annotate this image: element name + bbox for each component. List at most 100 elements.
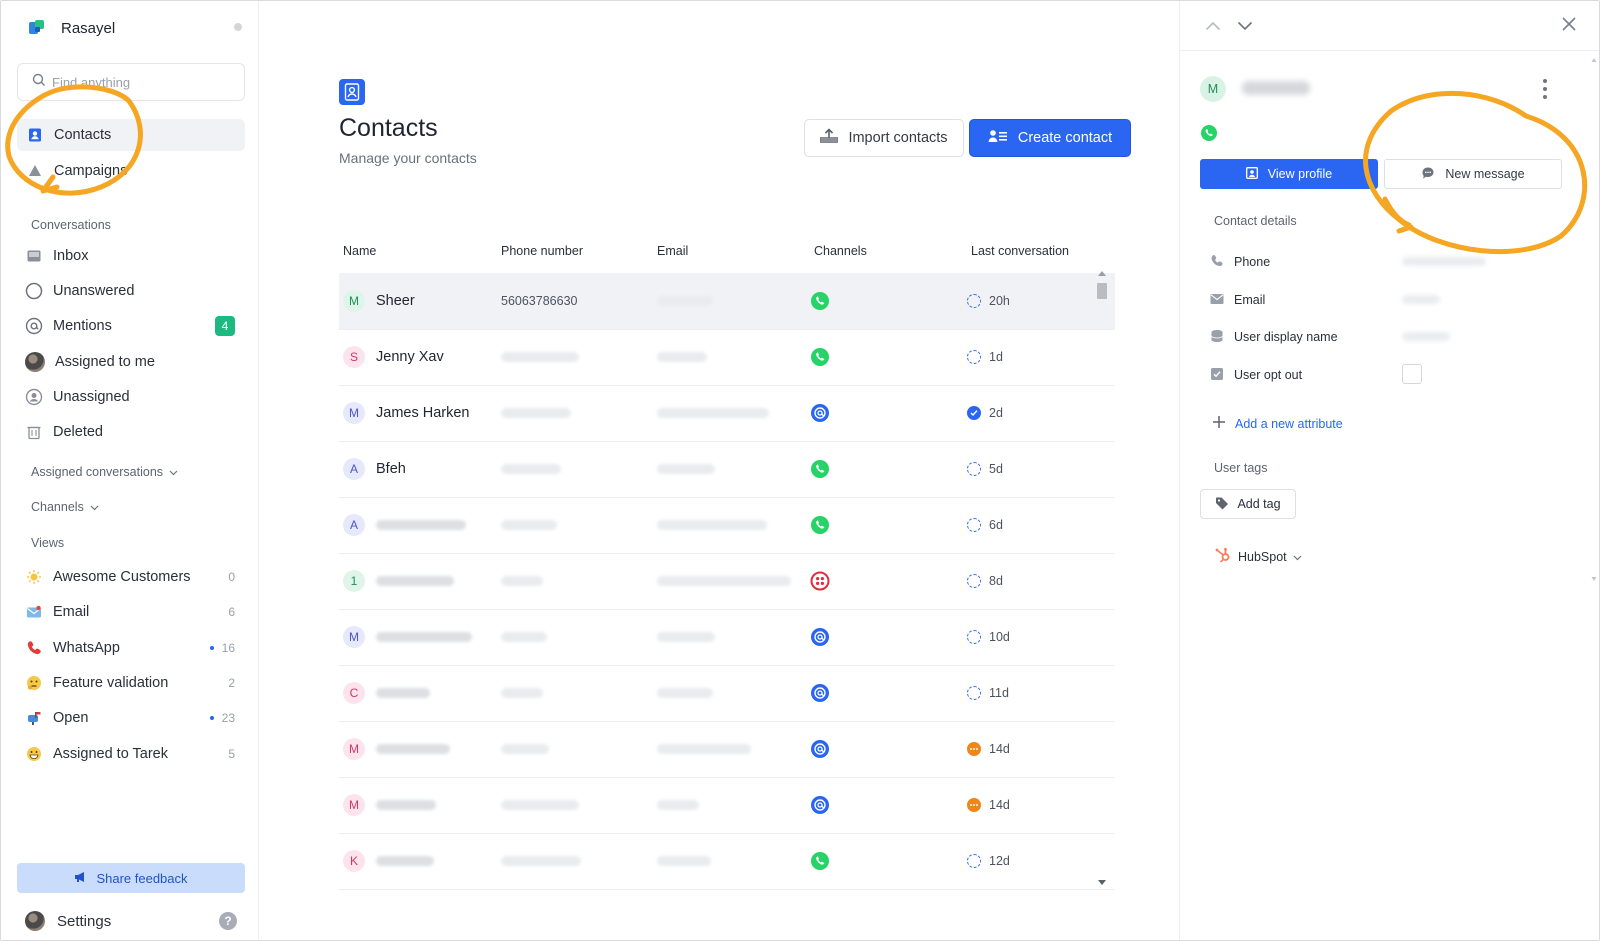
status-open-icon [967, 350, 981, 364]
conversations-heading-label: Conversations [31, 218, 111, 232]
cell-name: M Sheer [343, 273, 415, 329]
cell-name: C [343, 665, 430, 721]
sidebar-item-inbox[interactable]: Inbox [17, 241, 245, 271]
hubspot-section-toggle[interactable]: HubSpot [1214, 546, 1302, 567]
channels-toggle[interactable]: Channels [31, 500, 99, 514]
sidebar-item-deleted[interactable]: Deleted [17, 417, 245, 447]
view-assigned-to-tarek[interactable]: Assigned to Tarek 5 [17, 739, 245, 769]
redacted-name [376, 688, 430, 698]
table-row[interactable]: M Sheer 56063786630 20h [339, 273, 1115, 330]
table-row[interactable]: A 6d [339, 497, 1115, 554]
sidebar-item-mentions[interactable]: Mentions 4 [17, 311, 245, 341]
redacted-phone [501, 464, 561, 474]
whatsapp-icon [810, 851, 830, 871]
rasayel-logo-icon [27, 18, 47, 38]
view-count: 6 [228, 605, 235, 619]
view-count: 23 [209, 711, 235, 725]
sidebar-item-unanswered[interactable]: Unanswered [17, 276, 245, 306]
create-contact-button[interactable]: Create contact [969, 119, 1131, 157]
email-icon [810, 739, 830, 759]
add-attribute-link[interactable]: Add a new attribute [1212, 415, 1343, 432]
nav-contacts[interactable]: Contacts [17, 119, 245, 151]
search-box[interactable] [17, 63, 245, 101]
cell-last-conversation: 10d [967, 609, 1010, 665]
scroll-thumb[interactable] [1097, 283, 1107, 299]
table-row[interactable]: M 10d [339, 609, 1115, 666]
column-header-email[interactable]: Email [657, 244, 688, 258]
cell-email [657, 665, 713, 721]
brand[interactable]: Rasayel [27, 18, 115, 38]
column-header-channels[interactable]: Channels [814, 244, 867, 258]
opt-out-checkbox[interactable] [1402, 364, 1422, 384]
import-contacts-button[interactable]: Import contacts [804, 119, 964, 157]
view-awesome-customers[interactable]: Awesome Customers 0 [17, 562, 245, 592]
table-scrollbar[interactable] [1094, 269, 1108, 891]
assigned-conversations-toggle[interactable]: Assigned conversations [31, 465, 178, 479]
add-tag-button[interactable]: Add tag [1200, 489, 1296, 519]
table-row[interactable]: K 12d [339, 833, 1115, 890]
settings-item[interactable]: Settings ? [25, 908, 245, 934]
attribute-phone[interactable]: Phone [1210, 251, 1570, 273]
redacted-phone [501, 576, 543, 586]
add-tag-label: Add tag [1237, 497, 1281, 511]
panel-scrollbar[interactable] [1591, 57, 1597, 582]
column-header-phone[interactable]: Phone number [501, 244, 583, 258]
share-feedback-button[interactable]: Share feedback [17, 863, 245, 893]
scroll-down-icon[interactable] [1098, 880, 1106, 885]
view-email[interactable]: Email 6 [17, 597, 245, 627]
view-open[interactable]: Open 23 [17, 703, 245, 733]
sidebar-item-assigned-to-me[interactable]: Assigned to me [17, 347, 245, 377]
chevron-down-icon[interactable] [1236, 17, 1254, 35]
page-subtitle: Manage your contacts [339, 150, 477, 166]
cell-email [657, 385, 769, 441]
help-icon[interactable]: ? [219, 912, 237, 930]
close-icon[interactable] [1560, 15, 1580, 35]
cell-phone [501, 777, 579, 833]
unread-dot [209, 646, 214, 650]
chevron-up-icon[interactable] [1204, 17, 1222, 35]
table-row[interactable]: 1 8d [339, 553, 1115, 610]
new-message-button[interactable]: New message [1384, 159, 1562, 189]
table-header: Name Phone number Email Channels Last co… [339, 244, 1129, 264]
view-label: Feature validation [53, 675, 169, 691]
view-label: Email [53, 604, 90, 620]
scroll-up-icon[interactable] [1098, 271, 1106, 276]
more-options-icon[interactable] [1542, 79, 1548, 99]
table-row[interactable]: M 14d [339, 721, 1115, 778]
attribute-user-opt-out[interactable]: User opt out [1210, 364, 1570, 386]
sidebar-item-unassigned[interactable]: Unassigned [17, 382, 245, 412]
cell-channel [810, 385, 830, 441]
contact-phone: 56063786630 [501, 294, 578, 308]
table-row[interactable]: M James Harken 2d [339, 385, 1115, 442]
status-open-icon [967, 630, 981, 644]
count-value: 2 [228, 676, 235, 690]
attribute-user-display-name[interactable]: User display name [1210, 326, 1570, 348]
table-row[interactable]: S Jenny Xav 1d [339, 329, 1115, 386]
search-input[interactable] [52, 74, 232, 90]
inbox-icon [25, 247, 43, 265]
status-open-icon [967, 294, 981, 308]
view-feature-validation[interactable]: Feature validation 2 [17, 668, 245, 698]
view-profile-button[interactable]: View profile [1200, 159, 1378, 189]
column-header-name[interactable]: Name [343, 244, 376, 258]
contact-detail-panel: M View profile New message Contact detai… [1179, 1, 1599, 940]
table-row[interactable]: C 11d [339, 665, 1115, 722]
cell-phone [501, 497, 557, 553]
email-icon [810, 403, 830, 423]
column-header-last-conversation[interactable]: Last conversation [971, 244, 1069, 258]
redacted-phone [501, 408, 571, 418]
redacted-name [376, 744, 450, 754]
cell-name: M [343, 721, 450, 777]
nav-campaigns[interactable]: Campaigns [17, 155, 245, 187]
cell-channel [810, 497, 830, 553]
last-conversation-time: 2d [989, 406, 1003, 420]
cell-last-conversation: 5d [967, 441, 1003, 497]
user-tags-heading: User tags [1214, 461, 1268, 475]
view-label: WhatsApp [53, 640, 120, 656]
table-row[interactable]: A Bfeh 5d [339, 441, 1115, 498]
contact-initial-avatar: 1 [343, 570, 365, 592]
table-row[interactable]: M 14d [339, 777, 1115, 834]
redacted-name [376, 856, 434, 866]
attribute-email[interactable]: Email [1210, 289, 1570, 311]
view-whatsapp[interactable]: WhatsApp 16 [17, 633, 245, 663]
